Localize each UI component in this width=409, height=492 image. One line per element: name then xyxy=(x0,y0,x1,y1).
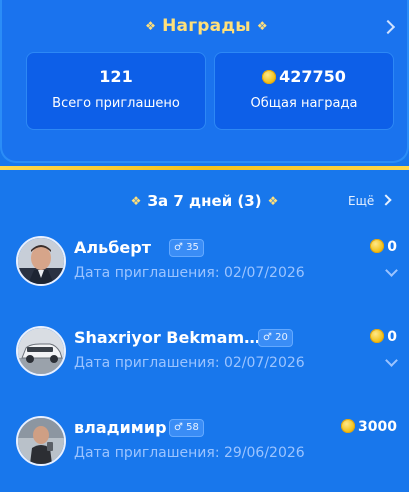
invite-reward-value: 0 xyxy=(387,329,397,345)
sparkle-icon: ❖ xyxy=(145,19,157,33)
invite-date: Дата приглашения: 02/07/2026 xyxy=(74,265,305,281)
total-invited-label: Всего приглашено xyxy=(52,96,180,111)
sparkle-icon: ❖ xyxy=(267,194,279,208)
chevron-right-icon[interactable] xyxy=(380,194,392,206)
invite-date: Дата приглашения: 02/07/2026 xyxy=(74,355,305,371)
gender-age-badge: ♂ 58 xyxy=(169,419,204,437)
more-link[interactable]: Ещё xyxy=(348,194,392,208)
coin-icon xyxy=(341,419,356,433)
total-reward-value-wrap: 427750 xyxy=(215,67,393,86)
invite-reward: 0 xyxy=(370,329,397,345)
coin-icon xyxy=(370,329,385,343)
gold-divider xyxy=(0,166,409,170)
gender-age-badge: ♂ 35 xyxy=(169,239,204,257)
avatar xyxy=(16,416,66,466)
avatar-photo-icon xyxy=(18,238,64,284)
chevron-down-icon[interactable] xyxy=(385,354,398,367)
invite-row[interactable]: Альберт ♂ 35 Дата приглашения: 02/07/202… xyxy=(0,232,409,312)
invite-reward: 3000 xyxy=(341,419,397,435)
total-reward-value: 427750 xyxy=(279,67,346,86)
invite-row[interactable]: владимир ♂ 58 Дата приглашения: 29/06/20… xyxy=(0,412,409,492)
rewards-title: Награды xyxy=(162,16,251,36)
coin-icon xyxy=(262,70,277,84)
avatar xyxy=(16,326,66,376)
total-invited-value: 121 xyxy=(99,67,133,86)
sparkle-icon: ❖ xyxy=(256,19,268,33)
total-reward-label: Общая награда xyxy=(250,96,358,111)
coin-icon xyxy=(370,239,385,253)
invite-reward: 0 xyxy=(370,239,397,255)
avatar-photo-icon xyxy=(18,418,64,464)
rewards-title-wrap: ❖ Награды ❖ xyxy=(2,16,409,36)
avatar-car-icon xyxy=(18,328,64,374)
invite-reward-value: 3000 xyxy=(358,419,397,435)
invite-date: Дата приглашения: 29/06/2026 xyxy=(74,445,305,461)
invite-name: Альберт xyxy=(74,238,151,257)
invite-reward-value: 0 xyxy=(387,239,397,255)
chevron-down-icon[interactable] xyxy=(385,264,398,277)
invite-name: Shaxriyor Bekmam… xyxy=(74,328,261,347)
rewards-header[interactable]: ❖ Награды ❖ xyxy=(2,12,409,42)
sparkle-icon: ❖ xyxy=(130,194,142,208)
total-reward-box: 427750 Общая награда xyxy=(214,52,394,130)
invite-name: владимир xyxy=(74,418,167,437)
avatar xyxy=(16,236,66,286)
rewards-card: ❖ Награды ❖ 121 Всего приглашено 427750 Об… xyxy=(0,0,409,163)
more-label[interactable]: Ещё xyxy=(348,194,374,208)
invite-row[interactable]: Shaxriyor Bekmam… ♂ 20 Дата приглашения:… xyxy=(0,322,409,402)
section-title: За 7 дней (3) xyxy=(147,192,262,210)
gender-age-badge: ♂ 20 xyxy=(258,329,293,347)
total-invited-box: 121 Всего приглашено xyxy=(26,52,206,130)
